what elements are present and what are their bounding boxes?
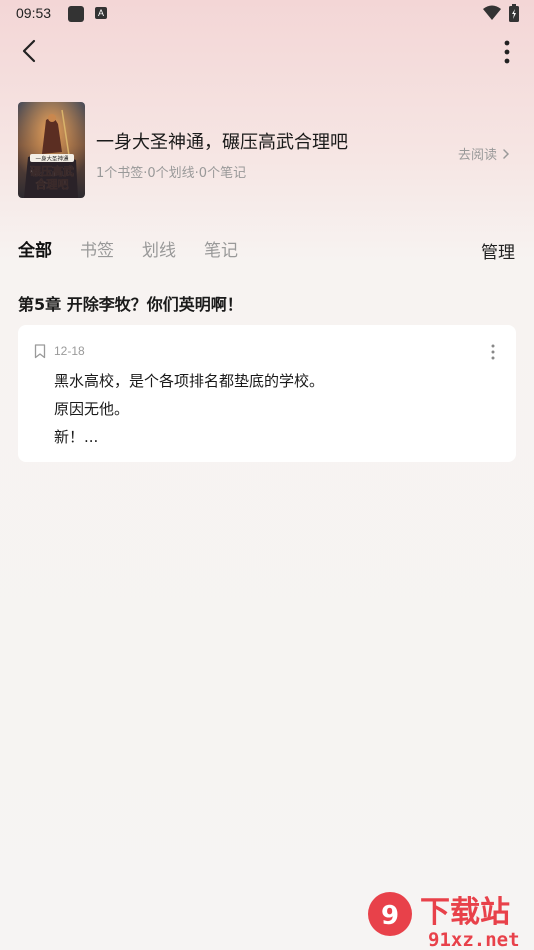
status-time: 09:53 <box>16 5 52 21</box>
chapter-title: 第5章 开除李牧？你们英明啊！ <box>18 295 243 314</box>
more-options-button[interactable] <box>494 36 520 68</box>
bookmark-date: 12-18 <box>54 344 85 358</box>
cover-text-line2: 碾压高武 <box>30 164 74 178</box>
tab-notes[interactable]: 笔记 <box>204 236 238 261</box>
go-read-button[interactable]: 去阅读 <box>458 144 511 163</box>
svg-text:9: 9 <box>381 901 399 931</box>
book-title: 一身大圣神通，碾压高武合理吧 <box>96 132 348 153</box>
tab-all[interactable]: 全部 <box>18 236 52 261</box>
book-cover[interactable]: 一身大圣神通 碾压高武 合理吧 <box>18 102 85 198</box>
book-cover-art: 一身大圣神通 碾压高武 合理吧 <box>18 102 85 198</box>
watermark-logo: 9 下载站 91xz.net <box>368 892 520 950</box>
filter-tabs: 全部 书签 划线 笔记 <box>18 236 238 261</box>
excerpt-line: 原因无他。 <box>54 400 130 418</box>
bookmark-icon <box>34 344 46 359</box>
battery-icon <box>509 4 519 22</box>
excerpt-line: 新！... <box>54 428 99 446</box>
bookmark-card[interactable]: 12-18 黑水高校，是个各项排名都垫底的学校。 原因无他。 新！... <box>18 325 516 462</box>
go-read-label: 去阅读 <box>458 148 498 163</box>
notification-app-icon <box>68 6 84 22</box>
tab-bookmarks[interactable]: 书签 <box>80 236 114 261</box>
cover-text-line1: 一身大圣神通 <box>35 155 69 163</box>
watermark-domain: 91xz.net <box>428 929 520 950</box>
status-bar: 09:53 A <box>0 0 534 28</box>
manage-button[interactable]: 管理 <box>481 238 515 263</box>
wifi-icon <box>483 5 501 20</box>
back-button[interactable] <box>14 34 48 68</box>
excerpt-line: 黑水高校，是个各项排名都垫底的学校。 <box>54 372 325 390</box>
book-stats: 1个书签·0个划线·0个笔记 <box>96 166 247 181</box>
notification-letter-icon: A <box>95 7 107 19</box>
cover-text-line3: 合理吧 <box>36 177 69 191</box>
watermark-brand: 下载站 <box>420 895 510 930</box>
tab-underlines[interactable]: 划线 <box>142 236 176 261</box>
chevron-right-icon <box>503 148 510 159</box>
card-more-button[interactable] <box>486 343 500 361</box>
